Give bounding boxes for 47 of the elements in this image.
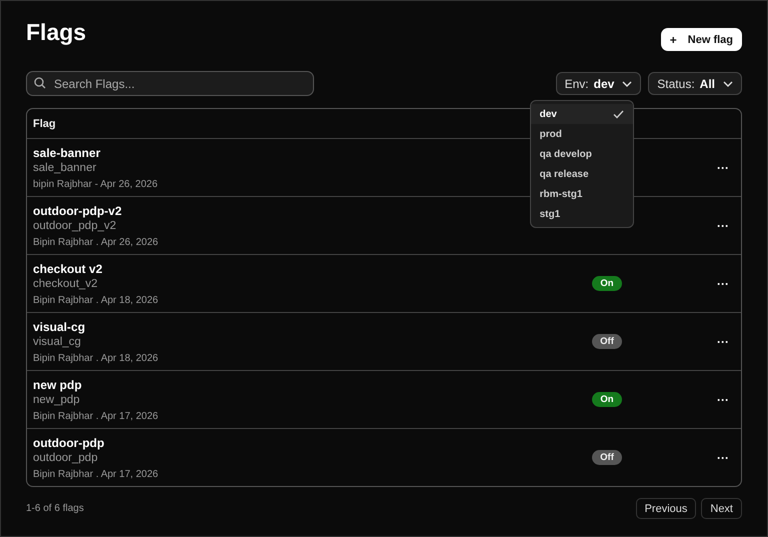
status-badge[interactable]: On bbox=[592, 392, 622, 407]
flag-name: checkout v2 bbox=[33, 262, 102, 276]
check-icon bbox=[612, 110, 624, 118]
flag-key: new_pdp bbox=[33, 392, 80, 408]
flag-name: outdoor-pdp-v2 bbox=[33, 204, 122, 218]
filter-dropdown[interactable]: Status: All bbox=[648, 72, 742, 95]
flag-meta: bipin Rajbhar - Apr 26, 2026 bbox=[33, 178, 158, 190]
filter-dropdown[interactable]: Env: dev bbox=[556, 72, 642, 95]
menu-item[interactable]: dev bbox=[530, 104, 633, 124]
flag-key: outdoor_pdp bbox=[33, 450, 98, 466]
pagination-button[interactable]: Next bbox=[701, 498, 742, 519]
flag-name: visual-cg bbox=[33, 320, 86, 334]
flag-key: sale_banner bbox=[33, 160, 96, 176]
flag-key: checkout_v2 bbox=[33, 276, 98, 292]
chevron-icon bbox=[723, 80, 733, 86]
flag-meta: Bipin Rajbhar . Apr 17, 2026 bbox=[33, 410, 158, 422]
more-button[interactable]: ··· bbox=[717, 392, 729, 406]
pagination-count: 1-6 of 6 flags bbox=[26, 503, 84, 514]
search-icon bbox=[34, 77, 46, 89]
flag-name: new pdp bbox=[33, 378, 82, 392]
status-badge[interactable]: Off bbox=[592, 450, 622, 465]
menu-item[interactable]: prod bbox=[530, 124, 633, 144]
status-badge[interactable]: On bbox=[592, 276, 622, 291]
menu-item[interactable]: stg1 bbox=[530, 204, 633, 224]
flag-meta: Bipin Rajbhar . Apr 26, 2026 bbox=[33, 236, 158, 248]
chevron-icon bbox=[622, 80, 632, 86]
column-header: Flag bbox=[33, 118, 56, 130]
pagination-button[interactable]: Previous bbox=[636, 498, 696, 519]
flag-key: outdoor_pdp_v2 bbox=[33, 218, 116, 234]
menu-item[interactable]: qa release bbox=[530, 164, 633, 184]
flag-meta: Bipin Rajbhar . Apr 17, 2026 bbox=[33, 468, 158, 480]
menu-item[interactable]: rbm-stg1 bbox=[530, 184, 633, 204]
flag-name: outdoor-pdp bbox=[33, 436, 104, 450]
new-flag-button[interactable]: + New flag bbox=[660, 28, 742, 51]
page-title: Flags bbox=[26, 19, 86, 46]
more-button[interactable]: ··· bbox=[717, 160, 729, 174]
status-badge[interactable]: Off bbox=[592, 334, 622, 349]
more-button[interactable]: ··· bbox=[717, 450, 729, 464]
flag-meta: Bipin Rajbhar . Apr 18, 2026 bbox=[33, 352, 158, 364]
flag-key: visual_cg bbox=[33, 334, 81, 350]
menu-item[interactable]: qa develop bbox=[530, 144, 633, 164]
flag-meta: Bipin Rajbhar . Apr 18, 2026 bbox=[33, 294, 158, 306]
more-button[interactable]: ··· bbox=[717, 334, 729, 348]
flag-name: sale-banner bbox=[33, 146, 100, 160]
more-button[interactable]: ··· bbox=[717, 218, 729, 232]
search-field[interactable]: Search Flags... bbox=[26, 71, 314, 96]
more-button[interactable]: ··· bbox=[717, 276, 729, 290]
